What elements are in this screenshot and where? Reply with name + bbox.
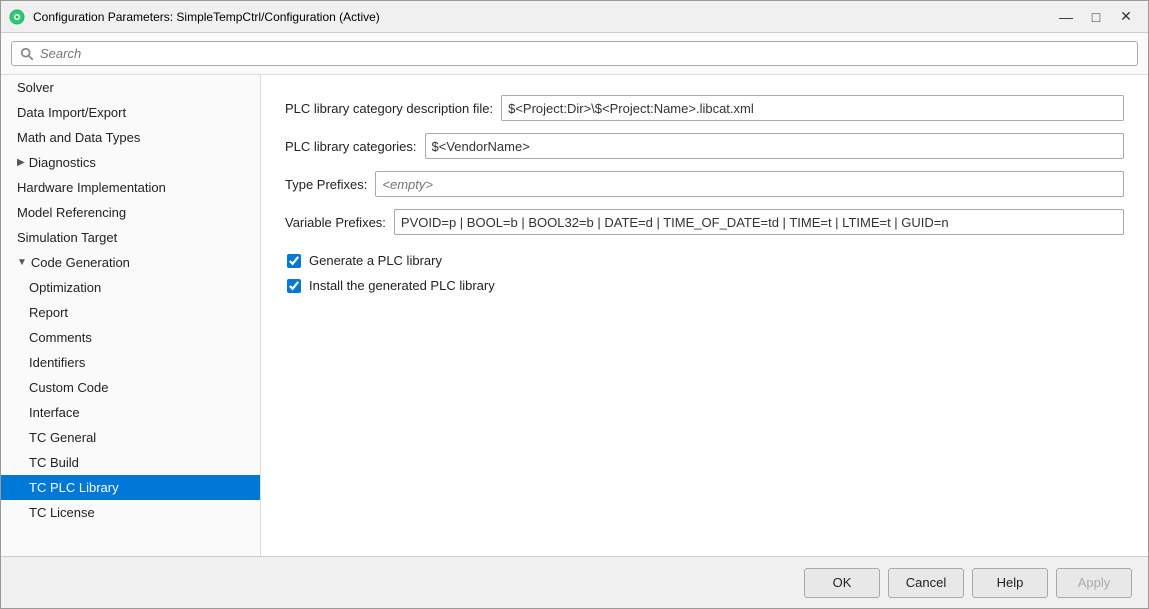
form-row-plc-lib-cat: PLC library categories: — [285, 133, 1124, 159]
sidebar-item-solver[interactable]: Solver — [1, 75, 260, 100]
app-icon — [9, 9, 25, 25]
checkbox-generate-plc-library[interactable] — [287, 254, 301, 268]
cancel-button[interactable]: Cancel — [888, 568, 964, 598]
sidebar-item-hardware-implementation[interactable]: Hardware Implementation — [1, 175, 260, 200]
sidebar-item-tc-build[interactable]: TC Build — [1, 450, 260, 475]
titlebar: Configuration Parameters: SimpleTempCtrl… — [1, 1, 1148, 33]
sidebar-item-identifiers[interactable]: Identifiers — [1, 350, 260, 375]
titlebar-left: Configuration Parameters: SimpleTempCtrl… — [9, 9, 380, 25]
arrow-icon: ▶ — [17, 157, 25, 168]
apply-button[interactable]: Apply — [1056, 568, 1132, 598]
label-plc-lib-cat: PLC library categories: — [285, 139, 417, 154]
sidebar-item-label: Interface — [29, 405, 80, 420]
label-type-prefixes: Type Prefixes: — [285, 177, 367, 192]
sidebar-item-label: Report — [29, 305, 68, 320]
checkbox-label-generate-plc-library: Generate a PLC library — [309, 253, 442, 268]
input-variable-prefixes[interactable] — [394, 209, 1124, 235]
ok-button[interactable]: OK — [804, 568, 880, 598]
sidebar-item-label: Data Import/Export — [17, 105, 126, 120]
checkbox-label-install-generated-plc-library: Install the generated PLC library — [309, 278, 495, 293]
sidebar-item-tc-general[interactable]: TC General — [1, 425, 260, 450]
sidebar-item-tc-plc-library[interactable]: TC PLC Library — [1, 475, 260, 500]
sidebar-item-label: Optimization — [29, 280, 101, 295]
checkbox-row-install-generated-plc-library: Install the generated PLC library — [285, 278, 1124, 293]
sidebar-item-label: Identifiers — [29, 355, 85, 370]
form-row-type-prefixes: Type Prefixes: — [285, 171, 1124, 197]
maximize-button[interactable]: □ — [1082, 6, 1110, 28]
window-title: Configuration Parameters: SimpleTempCtrl… — [33, 10, 380, 24]
sidebar-item-code-generation[interactable]: ▼ Code Generation — [1, 250, 260, 275]
sidebar-item-diagnostics[interactable]: ▶ Diagnostics — [1, 150, 260, 175]
sidebar-items-container: Solver Data Import/Export Math and Data Ty… — [1, 75, 260, 525]
content-area: PLC library category description file: PL… — [261, 75, 1148, 556]
sidebar-item-math-and-data-types[interactable]: Math and Data Types — [1, 125, 260, 150]
sidebar-item-label: Math and Data Types — [17, 130, 140, 145]
sidebar-item-label: Hardware Implementation — [17, 180, 166, 195]
sidebar-item-report[interactable]: Report — [1, 300, 260, 325]
close-button[interactable]: ✕ — [1112, 6, 1140, 28]
sidebar-item-label: TC Build — [29, 455, 79, 470]
sidebar-item-model-referencing[interactable]: Model Referencing — [1, 200, 260, 225]
sidebar-item-data-import-export[interactable]: Data Import/Export — [1, 100, 260, 125]
help-button[interactable]: Help — [972, 568, 1048, 598]
sidebar-item-simulation-target[interactable]: Simulation Target — [1, 225, 260, 250]
sidebar-item-label: TC PLC Library — [29, 480, 119, 495]
search-input[interactable] — [40, 46, 1129, 61]
sidebar-item-label: Simulation Target — [17, 230, 117, 245]
label-variable-prefixes: Variable Prefixes: — [285, 215, 386, 230]
search-bar — [1, 33, 1148, 75]
sidebar-item-label: TC General — [29, 430, 96, 445]
input-type-prefixes[interactable] — [375, 171, 1124, 197]
sidebar-item-comments[interactable]: Comments — [1, 325, 260, 350]
main-content: Solver Data Import/Export Math and Data Ty… — [1, 75, 1148, 556]
search-icon — [20, 47, 34, 61]
form-container: PLC library category description file: PL… — [285, 95, 1124, 293]
footer: OK Cancel Help Apply — [1, 556, 1148, 608]
form-row-plc-lib-cat-desc: PLC library category description file: — [285, 95, 1124, 121]
minimize-button[interactable]: — — [1052, 6, 1080, 28]
arrow-icon: ▼ — [17, 257, 27, 268]
sidebar: Solver Data Import/Export Math and Data Ty… — [1, 75, 261, 556]
checkbox-install-generated-plc-library[interactable] — [287, 279, 301, 293]
sidebar-item-label: Custom Code — [29, 380, 108, 395]
sidebar-item-optimization[interactable]: Optimization — [1, 275, 260, 300]
checkbox-row-generate-plc-library: Generate a PLC library — [285, 253, 1124, 268]
label-plc-lib-cat-desc: PLC library category description file: — [285, 101, 493, 116]
input-plc-lib-cat-desc[interactable] — [501, 95, 1124, 121]
sidebar-item-label: Solver — [17, 80, 54, 95]
main-window: Configuration Parameters: SimpleTempCtrl… — [0, 0, 1149, 609]
titlebar-buttons: — □ ✕ — [1052, 6, 1140, 28]
sidebar-item-label: Comments — [29, 330, 92, 345]
sidebar-item-label: Code Generation — [31, 255, 130, 270]
search-input-wrap — [11, 41, 1138, 66]
sidebar-item-label: Diagnostics — [29, 155, 96, 170]
sidebar-item-label: TC License — [29, 505, 95, 520]
form-row-variable-prefixes: Variable Prefixes: — [285, 209, 1124, 235]
sidebar-item-tc-license[interactable]: TC License — [1, 500, 260, 525]
input-plc-lib-cat[interactable] — [425, 133, 1125, 159]
sidebar-item-interface[interactable]: Interface — [1, 400, 260, 425]
sidebar-item-label: Model Referencing — [17, 205, 126, 220]
sidebar-item-custom-code[interactable]: Custom Code — [1, 375, 260, 400]
